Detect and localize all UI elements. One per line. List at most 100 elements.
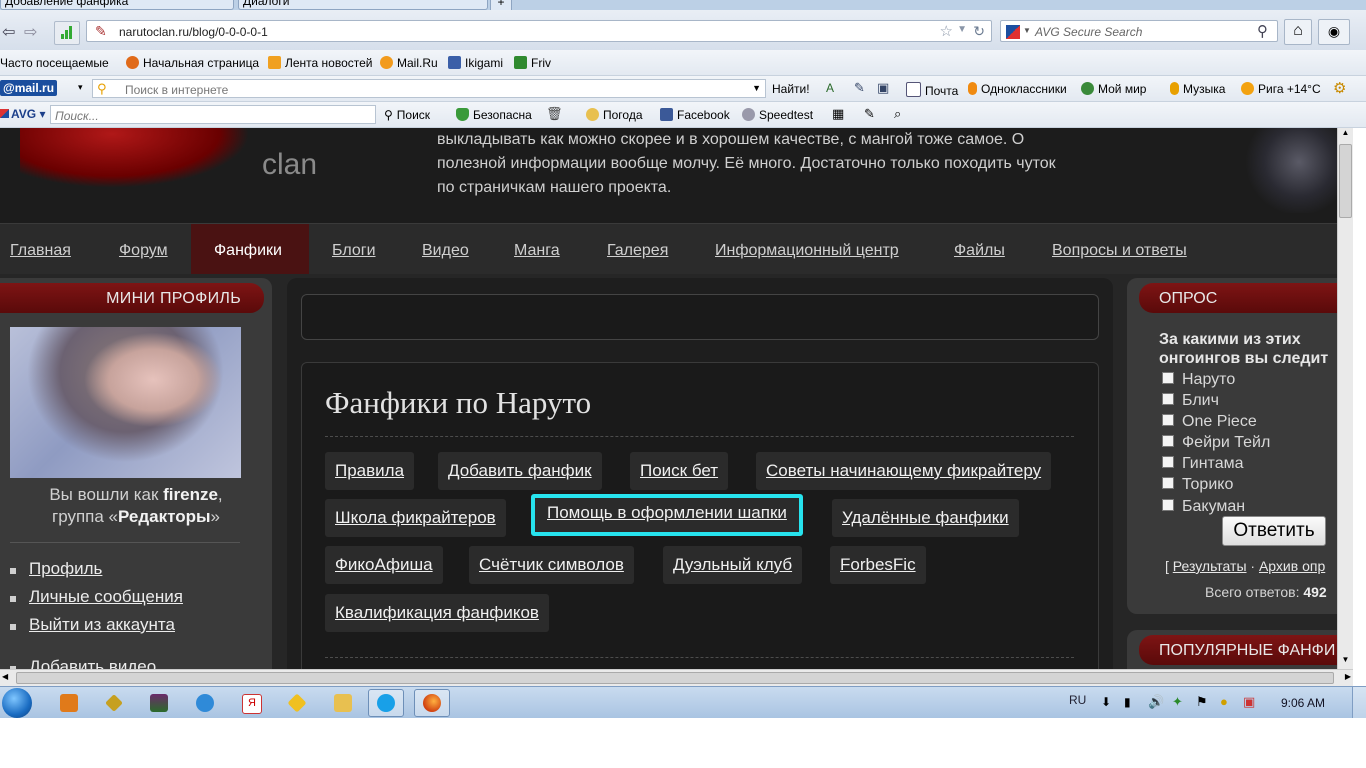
nav-fanfics[interactable]: Фанфики: [214, 242, 282, 260]
profile-link[interactable]: Профиль: [29, 559, 102, 579]
nav-blogs[interactable]: Блоги: [332, 242, 376, 260]
tab-add-fanfic[interactable]: Добавление фанфика: [0, 0, 234, 10]
poll-option[interactable]: Фейри Тейл: [1162, 434, 1270, 452]
bookmark-ikigami[interactable]: Ikigami: [448, 56, 503, 70]
scroll-up-icon[interactable]: ▲: [1339, 128, 1352, 142]
chevron-down-icon[interactable]: ▾: [78, 82, 83, 93]
checkbox[interactable]: [1162, 499, 1174, 511]
avatar[interactable]: [10, 327, 241, 478]
search-file-icon[interactable]: ⌕: [894, 106, 901, 122]
folder-icon[interactable]: [334, 694, 352, 712]
media-player-icon[interactable]: [60, 694, 78, 712]
yandex-icon[interactable]: Я: [242, 694, 262, 714]
calculator-icon[interactable]: ▦: [832, 106, 844, 122]
rules-button[interactable]: Правила: [325, 452, 415, 490]
find-button[interactable]: Найти!: [772, 82, 810, 96]
symbol-counter-button[interactable]: Счётчик символов: [469, 546, 634, 584]
writers-school-button[interactable]: Школа фикрайтеров: [325, 499, 506, 537]
nav-manga[interactable]: Манга: [514, 242, 560, 260]
search-bar[interactable]: ▼ AVG Secure Search ⚲: [1000, 20, 1278, 42]
nav-home[interactable]: Главная: [10, 242, 71, 260]
bookmark-mailru[interactable]: Mail.Ru: [380, 56, 438, 70]
nav-files[interactable]: Файлы: [954, 242, 1005, 260]
winrar-icon[interactable]: [150, 694, 168, 712]
pen-icon[interactable]: [105, 694, 123, 712]
poll-option[interactable]: One Piece: [1162, 413, 1257, 431]
scroll-down-icon[interactable]: ▼: [1339, 655, 1352, 669]
mail-link[interactable]: Почта: [906, 82, 958, 98]
avg-search-input[interactable]: Поиск...: [50, 105, 376, 124]
tray-app-icon[interactable]: ✦: [1172, 694, 1183, 710]
mailru-logo[interactable]: @mail.ru: [0, 80, 58, 96]
clock[interactable]: 9:06 AM: [1281, 696, 1325, 710]
header-help-button[interactable]: Помощь в оформлении шапки: [531, 494, 803, 536]
bookmark-star-icon[interactable]: ☆: [940, 22, 953, 40]
archive-link[interactable]: Архив опр: [1259, 558, 1325, 574]
settings-gear-icon[interactable]: ⚙: [1333, 79, 1346, 97]
poll-option[interactable]: Блич: [1162, 392, 1219, 410]
avg-logo[interactable]: AVG ▾: [0, 107, 45, 121]
add-fanfic-button[interactable]: Добавить фанфик: [438, 452, 602, 490]
avg-search-button[interactable]: ⚲ Поиск: [384, 108, 430, 122]
reload-icon[interactable]: ↻: [973, 23, 985, 40]
trash-icon[interactable]: 🗑: [546, 106, 563, 122]
home-button[interactable]: ⌂: [1284, 19, 1312, 45]
highlight-icon[interactable]: ✎: [854, 80, 865, 96]
skype-task[interactable]: [368, 689, 404, 717]
add-video-link[interactable]: Добавить видео: [29, 657, 156, 669]
signal-icon[interactable]: [54, 21, 80, 45]
beta-search-button[interactable]: Поиск бет: [630, 452, 729, 490]
my-world-link[interactable]: Мой мир: [1081, 82, 1146, 96]
dropdown-arrow-icon[interactable]: ▼: [957, 24, 967, 35]
font-size-icon[interactable]: A: [826, 81, 834, 95]
nav-info-center[interactable]: Информационный центр: [715, 242, 899, 260]
download-icon[interactable]: ⬇: [1101, 695, 1111, 709]
safe-status[interactable]: Безопасна: [456, 108, 532, 122]
deleted-fanfics-button[interactable]: Удалённые фанфики: [832, 499, 1019, 537]
music-link[interactable]: Музыка: [1170, 82, 1225, 96]
scroll-thumb[interactable]: [16, 672, 1334, 684]
vertical-scrollbar[interactable]: ▲ ▼: [1337, 128, 1353, 669]
url-bar[interactable]: ✎ narutoclan.ru/blog/0-0-0-0-1 ☆ ▼ ↻: [86, 20, 992, 42]
language-indicator[interactable]: RU: [1069, 693, 1086, 707]
speedtest-button[interactable]: Speedtest: [742, 108, 813, 122]
network-icon[interactable]: ▮: [1124, 695, 1131, 709]
checkbox[interactable]: [1162, 435, 1174, 447]
results-link[interactable]: Результаты: [1173, 558, 1247, 574]
checkbox[interactable]: [1162, 414, 1174, 426]
nav-forum[interactable]: Форум: [119, 242, 168, 260]
update-icon[interactable]: ●: [1220, 694, 1228, 709]
nav-faq[interactable]: Вопросы и ответы: [1052, 242, 1187, 260]
answer-button[interactable]: Ответить: [1222, 516, 1326, 546]
naruto-logo[interactable]: [20, 128, 250, 188]
duel-club-button[interactable]: Дуэльный клуб: [663, 546, 803, 584]
poll-option[interactable]: Бакуман: [1162, 498, 1245, 516]
eye-icon[interactable]: ◉: [1318, 19, 1350, 45]
odnoklassniki-link[interactable]: Одноклассники: [968, 82, 1067, 96]
horizontal-scrollbar[interactable]: ◀ ▶: [0, 669, 1353, 686]
magnifier-icon[interactable]: ⚲: [1257, 22, 1268, 40]
weather-link[interactable]: Рига +14°C: [1241, 82, 1321, 96]
start-button[interactable]: [2, 688, 32, 718]
chevron-down-icon[interactable]: ▼: [752, 83, 761, 93]
screenshot-icon[interactable]: ▣: [877, 80, 889, 96]
checkbox[interactable]: [1162, 456, 1174, 468]
checkbox[interactable]: [1162, 372, 1174, 384]
bookmark-home-page[interactable]: Начальная страница: [126, 56, 259, 70]
star-app-icon[interactable]: [287, 693, 307, 713]
scroll-thumb[interactable]: [1339, 144, 1352, 218]
tab-dialogs[interactable]: Диалоги: [238, 0, 488, 10]
internet-explorer-icon[interactable]: [196, 694, 214, 712]
username[interactable]: firenze: [163, 485, 218, 504]
scroll-right-icon[interactable]: ▶: [1345, 672, 1351, 681]
checkbox[interactable]: [1162, 393, 1174, 405]
volume-icon[interactable]: 🔊: [1148, 694, 1164, 710]
firefox-task[interactable]: [414, 689, 450, 717]
avg-search-icon[interactable]: [1006, 25, 1020, 39]
fiko-afisha-button[interactable]: ФикоАфиша: [325, 546, 443, 584]
forward-button[interactable]: ⇨: [24, 22, 37, 42]
poll-option[interactable]: Торико: [1162, 476, 1233, 494]
logout-link[interactable]: Выйти из аккаунта: [29, 615, 175, 635]
bookmark-friv[interactable]: Friv: [514, 56, 551, 70]
flag-icon[interactable]: ⚑: [1196, 694, 1208, 710]
